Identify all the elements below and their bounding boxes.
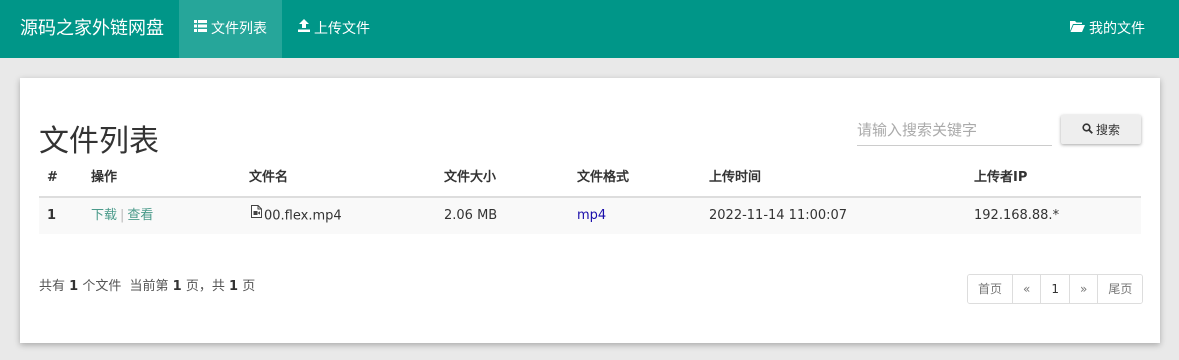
page-last-button[interactable]: 尾页: [1098, 275, 1143, 303]
file-video-icon: [251, 197, 262, 233]
download-link[interactable]: 下载: [91, 208, 117, 223]
pagination: 首页 « 1 » 尾页: [967, 274, 1144, 304]
table-row: 1 下载 | 查看 00.flex.mp4 2.06 MB mp4 2022-11: [39, 198, 1141, 234]
top-navbar: 源码之家外链网盘 文件列表 上传文件 我的文件: [0, 0, 1179, 58]
nav-item-file-list[interactable]: 文件列表: [179, 0, 282, 58]
col-header-size: 文件大小: [444, 170, 497, 185]
row-upload-time: 2022-11-14 11:00:07: [709, 208, 848, 223]
search-button[interactable]: 搜索: [1061, 115, 1141, 144]
col-header-upload-time: 上传时间: [709, 170, 762, 185]
row-size: 2.06 MB: [444, 208, 498, 223]
summary-prefix: 共有: [39, 279, 66, 294]
table-header: # 操作 文件名 文件大小 文件格式 上传时间 上传者IP: [39, 160, 1141, 198]
row-format: mp4: [577, 198, 606, 234]
summary-files-text: 个文件: [82, 279, 122, 294]
file-table: # 操作 文件名 文件大小 文件格式 上传时间 上传者IP 1 下载|查看: [39, 160, 1141, 234]
summary-current-page: 1: [172, 279, 182, 294]
nav-item-label: 上传文件: [314, 21, 370, 37]
nav-item-upload[interactable]: 上传文件: [283, 0, 385, 58]
folder-open-icon: [1070, 0, 1085, 57]
col-header-format: 文件格式: [577, 170, 630, 185]
nav-item-label: 文件列表: [211, 21, 267, 37]
page-current-button[interactable]: 1: [1041, 275, 1070, 303]
summary-total-prefix: 共: [211, 279, 225, 294]
brand-title[interactable]: 源码之家外链网盘: [20, 0, 164, 58]
action-separator: |: [120, 208, 125, 223]
page-title: 文件列表: [39, 124, 159, 159]
pagination-summary: 共有 1 个文件 当前第 1 页，共 1 页: [39, 275, 255, 294]
summary-total-pages: 1: [229, 279, 239, 294]
row-index: 1: [47, 208, 57, 223]
search-icon: [1082, 122, 1093, 137]
file-list-card: 文件列表 搜索 # 操作 文件名 文件大小 文件格式 上传时间 上传者IP 1 …: [20, 78, 1160, 343]
view-link[interactable]: 查看: [127, 208, 153, 223]
list-icon: [194, 0, 207, 57]
nav-item-label: 我的文件: [1089, 21, 1145, 37]
col-header-actions: 操作: [91, 170, 118, 185]
summary-file-count: 1: [69, 279, 79, 294]
summary-current-prefix: 当前第: [129, 279, 169, 294]
row-uploader-ip: 192.168.88.*: [974, 208, 1060, 223]
row-actions: 下载 | 查看: [91, 198, 153, 234]
page-next-button[interactable]: »: [1070, 275, 1099, 303]
col-header-index: #: [47, 170, 58, 185]
summary-total-unit: 页: [242, 279, 256, 294]
page-prev-button[interactable]: «: [1013, 275, 1042, 303]
search-button-label: 搜索: [1095, 123, 1120, 137]
filename-text[interactable]: 00.flex.mp4: [264, 209, 342, 224]
row-filename: 00.flex.mp4: [251, 198, 342, 234]
summary-page-unit: 页，: [185, 279, 212, 294]
format-link[interactable]: mp4: [577, 208, 606, 223]
upload-icon: [298, 0, 310, 57]
search-input[interactable]: [857, 114, 1052, 146]
col-header-uploader-ip: 上传者IP: [974, 170, 1028, 185]
page-first-button[interactable]: 首页: [968, 275, 1014, 303]
col-header-filename: 文件名: [249, 170, 289, 185]
nav-item-my-files[interactable]: 我的文件: [1055, 0, 1160, 58]
